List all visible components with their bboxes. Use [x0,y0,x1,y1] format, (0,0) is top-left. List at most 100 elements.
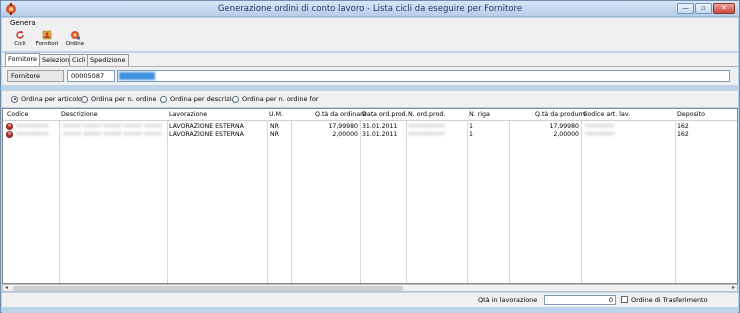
col-lavorazione[interactable]: Lavorazione [169,111,207,118]
cell-qta-ordinare: 2,00000 [332,131,358,138]
radio-label: Ordina per n. ordine [91,95,157,103]
col-cod-art-lav[interactable]: Codice art. lav. [583,111,630,118]
window-title: Generazione ordini di conto lavoro - Lis… [217,4,523,14]
column-divider [267,121,268,283]
column-divider [167,121,168,283]
cell-um: NR [270,131,279,138]
tab-cicli[interactable]: Cicli [69,54,89,66]
menu-genera[interactable]: Genera [10,19,36,27]
transfer-order-label: Ordine di Trasferimento [631,296,708,304]
cell-deposito: 162 [677,123,689,130]
cell-data-ord: 31.01.2011 [362,131,398,138]
cell-descrizione: ••••• ••••• ••••• ••••• ••••• [63,131,163,138]
grid-header: Codice Descrizione Lavorazione U.M. Q.tà… [3,109,737,121]
sort-by-supplier-order-radio[interactable]: Ordina per n. ordine for [232,95,318,103]
cell-n-ord: •••••••••• [408,123,445,130]
scrollbar-thumb[interactable] [13,286,403,291]
window-controls: — ▫ ✕ [677,3,735,15]
supplier-name-value [119,72,155,80]
cell-n-riga: 1 [469,123,473,130]
cell-deposito: 162 [677,131,689,138]
cell-qta-ordinare: 17,99980 [328,123,358,130]
supplier-label: Fornitore [7,70,64,82]
ordine-button[interactable]: Ordine [63,30,87,50]
column-divider [360,121,361,283]
col-qta-produrre[interactable]: Q.tà da produrre [535,111,587,118]
minimize-button[interactable]: — [677,3,694,14]
cell-codice: ••••••••• [16,131,49,138]
col-deposito[interactable]: Deposito [677,111,705,118]
error-icon [6,123,13,130]
supplier-name-field[interactable] [117,70,730,82]
cell-cod-art-lav: •••••••• [585,131,615,138]
radio-dot [232,95,239,103]
cell-um: NR [270,123,279,130]
cycles-grid[interactable]: Codice Descrizione Lavorazione U.M. Q.tà… [2,108,738,284]
toolbar: Cicli Fornitori Ordine [2,29,738,51]
table-row[interactable]: ••••••••• ••••• ••••• ••••• ••••• ••••• … [3,123,737,131]
cell-data-ord: 31.01.2011 [362,123,398,130]
column-divider [675,121,676,283]
fornitori-button[interactable]: Fornitori [35,30,59,50]
col-data-ord[interactable]: Data ord.prod. [362,111,408,118]
col-codice[interactable]: Codice [7,111,28,118]
title-bar: Generazione ordini di conto lavoro - Lis… [1,1,739,17]
col-n-ord[interactable]: N. ord.prod. [408,111,445,118]
cell-codice: ••••••••• [16,123,49,130]
supplier-filter: Fornitore 00005087 [2,66,738,85]
sort-by-article-radio[interactable]: Ordina per articolo [11,95,82,103]
column-divider [59,121,60,283]
close-button[interactable]: ✕ [713,3,735,14]
qty-in-progress-label: Qtà in lavorazione [478,296,538,304]
footer-panel: Qtà in lavorazione 0 Ordine di Trasferim… [2,293,738,307]
supplier-code-field[interactable]: 00005087 [67,70,115,82]
ordine-button-label: Ordine [65,41,85,47]
cicli-button-label: Cicli [14,41,26,47]
cell-cod-art-lav: •••••••• [585,123,615,130]
sort-by-order-radio[interactable]: Ordina per n. ordine [81,95,156,103]
column-divider [509,121,510,283]
table-row[interactable]: ••••••••• ••••• ••••• ••••• ••••• ••••• … [3,131,737,139]
column-divider [291,121,292,283]
cicli-button[interactable]: Cicli [8,30,32,50]
cell-descrizione: ••••• ••••• ••••• ••••• ••••• [63,123,163,130]
cell-n-riga: 1 [469,131,473,138]
status-bar [2,307,738,313]
cell-qta-produrre: 17,99980 [549,123,579,130]
sort-by-description-radio[interactable]: Ordina per descrizione [160,95,232,103]
radio-label: Ordina per articolo [21,95,82,103]
column-divider [581,121,582,283]
main-window: Generazione ordini di conto lavoro - Lis… [0,0,740,313]
transfer-order-checkbox[interactable] [621,296,628,303]
cell-lavorazione: LAVORAZIONE ESTERNA [169,123,244,130]
cell-lavorazione: LAVORAZIONE ESTERNA [169,131,244,138]
col-qta-ordinare[interactable]: Q.tà da ordinare [315,111,366,118]
restore-button[interactable]: ▫ [695,3,712,14]
tab-strip: Fornitore Selezione Cicli Spedizione [2,53,738,66]
radio-dot [11,95,18,103]
radio-dot [81,95,88,103]
order-icon [71,31,80,40]
column-divider [467,121,468,283]
column-divider [406,121,407,283]
radio-label: Ordina per n. ordine for [242,95,319,103]
scroll-left-icon[interactable]: ◂ [5,285,8,291]
refresh-icon [16,30,24,39]
tab-fornitore[interactable]: Fornitore [5,53,41,66]
cell-qta-produrre: 2,00000 [553,131,579,138]
col-n-riga[interactable]: N. riga [469,111,490,118]
radio-label: Ordina per descrizione [170,95,232,103]
sort-options: Ordina per articolo Ordina per n. ordine… [2,91,738,107]
qty-in-progress-field[interactable]: 0 [544,295,616,305]
menu-bar: Genera [2,18,738,29]
scroll-right-icon[interactable]: ▸ [732,285,735,291]
horizontal-scrollbar[interactable]: ◂ ▸ [2,284,738,292]
col-um[interactable]: U.M. [269,111,283,118]
fornitori-button-label: Fornitori [35,41,59,47]
supplier-icon [42,30,52,40]
cell-n-ord: •••••••••• [408,131,445,138]
error-icon [6,131,13,138]
col-descrizione[interactable]: Descrizione [61,111,98,118]
radio-dot [160,95,167,103]
tab-spedizione[interactable]: Spedizione [87,54,129,66]
